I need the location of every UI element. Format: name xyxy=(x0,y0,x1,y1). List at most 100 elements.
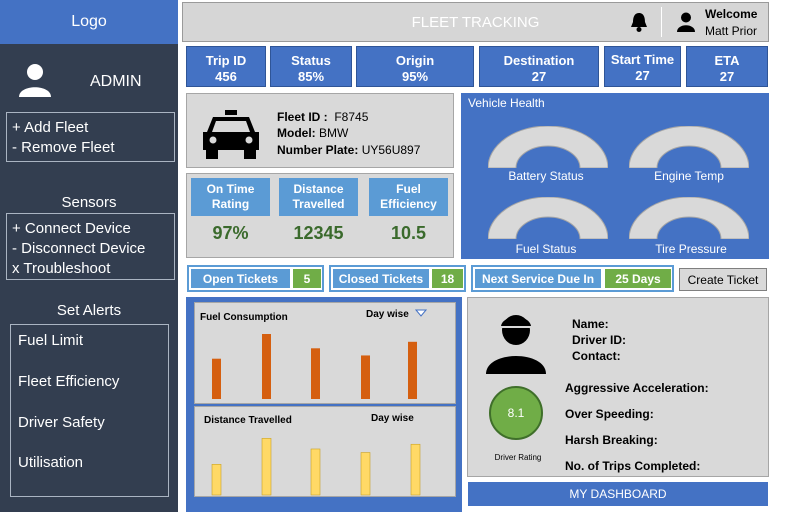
bell-icon[interactable] xyxy=(629,11,649,33)
chart-bar xyxy=(262,334,271,399)
stat-label: Status xyxy=(291,53,331,68)
closed-tickets-label: Closed Tickets xyxy=(333,269,429,288)
fuel-status-label: Fuel Status xyxy=(515,242,577,256)
stat-value: 85% xyxy=(297,69,325,84)
battery-status-gauge xyxy=(488,126,608,168)
driver-avatar-icon xyxy=(486,315,546,374)
metric-distance-travelled: Distance Travelled 12345 xyxy=(279,178,358,244)
username: Matt Prior xyxy=(705,24,758,38)
car-icon xyxy=(203,110,259,159)
metric-label: On Time Rating xyxy=(191,178,270,216)
driver-contact-label: Contact: xyxy=(572,349,621,363)
header-divider xyxy=(661,7,662,37)
sensors-title: Sensors xyxy=(61,194,117,211)
stat-label: Start Time xyxy=(610,52,675,67)
stat-value: 27 xyxy=(531,69,547,84)
stat-label: Origin xyxy=(395,53,435,68)
metric-on-time-rating: On Time Rating 97% xyxy=(191,178,270,244)
fleet-model-row: Model: BMW xyxy=(277,126,348,140)
fleet-plate-value: UY56U897 xyxy=(361,143,421,157)
welcome-text: Welcome xyxy=(705,7,758,21)
troubleshoot-button[interactable]: x Troubleshoot xyxy=(12,259,174,279)
remove-fleet-button[interactable]: - Remove Fleet xyxy=(12,138,174,158)
metric-value: 97% xyxy=(212,223,249,243)
fleet-id-value: F8745 xyxy=(334,110,369,124)
driver-panel: Name: Driver ID: Contact: 8.1 Driver Rat… xyxy=(467,297,769,477)
chart-bar xyxy=(361,355,370,399)
aggressive-acceleration-label: Aggressive Acceleration: xyxy=(565,381,709,395)
alerts-box: Fuel Limit Fleet Efficiency Driver Safet… xyxy=(10,324,169,497)
stat-value: 27 xyxy=(635,68,650,83)
alert-fleet-efficiency[interactable]: Fleet Efficiency xyxy=(18,372,119,392)
driver-rating-label: Driver Rating xyxy=(494,453,542,462)
fleet-plate-row: Number Plate: UY56U897 xyxy=(277,143,420,157)
stat-start-time: Start Time 27 xyxy=(604,46,681,87)
fleet-info-card: Fleet ID : F8745 Model: BMW Number Plate… xyxy=(186,93,454,168)
tire-pressure-label: Tire Pressure xyxy=(655,242,727,256)
metric-value: 10.5 xyxy=(390,223,427,243)
next-service: Next Service Due In 25 Days xyxy=(471,265,674,292)
engine-temp-label: Engine Temp xyxy=(654,169,724,183)
driver-id-label: Driver ID: xyxy=(572,333,627,347)
closed-tickets-count: 18 xyxy=(432,269,463,288)
tire-pressure-gauge xyxy=(629,197,749,239)
next-service-label: Next Service Due In xyxy=(475,269,601,288)
next-service-value: 25 Days xyxy=(605,269,671,288)
logo[interactable]: Logo xyxy=(0,0,178,44)
my-dashboard-button[interactable]: MY DASHBOARD xyxy=(468,482,768,506)
engine-temp-gauge xyxy=(629,126,749,168)
fuel-consumption-chart: Fuel Consumption Day wise xyxy=(194,302,456,404)
fuel-status-gauge xyxy=(488,197,608,239)
distance-chart-bars xyxy=(211,438,421,496)
metric-value: 12345 xyxy=(293,223,344,243)
trips-completed-label: No. of Trips Completed: xyxy=(565,459,701,473)
set-alerts-title: Set Alerts xyxy=(56,302,122,319)
open-tickets-label: Open Tickets xyxy=(191,269,290,288)
closed-tickets[interactable]: Closed Tickets 18 xyxy=(329,265,466,292)
stat-destination: Destination 27 xyxy=(479,46,599,87)
sensors-box: + Connect Device - Disconnect Device x T… xyxy=(6,213,175,280)
charts-panel: Fuel Consumption Day wise Distance Trave… xyxy=(186,297,462,512)
admin-avatar-icon xyxy=(19,64,51,97)
fleet-plate-label: Number Plate: xyxy=(277,143,359,157)
sidebar: Logo ADMIN + Add Fleet - Remove Fleet Se… xyxy=(0,0,178,512)
alert-fuel-limit[interactable]: Fuel Limit xyxy=(18,331,83,351)
chart-bar xyxy=(211,464,222,496)
chart-bar xyxy=(212,358,221,399)
header-bar: FLEET TRACKING Welcome Matt Prior xyxy=(182,2,769,42)
stat-label: ETA xyxy=(714,53,740,68)
stat-label: Destination xyxy=(503,53,575,68)
chart-bar xyxy=(360,452,371,496)
stat-label: Trip ID xyxy=(205,53,247,68)
disconnect-device-button[interactable]: - Disconnect Device xyxy=(12,239,174,259)
chart-bar xyxy=(311,348,320,399)
connect-device-button[interactable]: + Connect Device xyxy=(12,219,174,239)
metric-fuel-efficiency: Fuel Efficiency 10.5 xyxy=(369,178,448,244)
distance-travelled-chart: Distance Travelled Day wise xyxy=(194,406,456,497)
over-speeding-label: Over Speeding: xyxy=(565,407,654,421)
battery-status-label: Battery Status xyxy=(508,169,584,183)
create-ticket-button[interactable]: Create Ticket xyxy=(679,268,767,291)
stat-status: Status 85% xyxy=(270,46,352,87)
alert-driver-safety[interactable]: Driver Safety xyxy=(18,413,105,433)
fleet-model-label: Model: xyxy=(277,126,316,140)
fleet-actions-box: + Add Fleet - Remove Fleet xyxy=(6,112,175,162)
alert-utilisation[interactable]: Utilisation xyxy=(18,453,83,473)
driver-name-label: Name: xyxy=(572,317,609,331)
chart-bar xyxy=(310,448,321,496)
metrics-panel: On Time Rating 97% Distance Travelled 12… xyxy=(186,173,454,258)
vehicle-health-panel: Vehicle Health Battery Status Engine Tem… xyxy=(461,93,769,259)
stat-value: 456 xyxy=(215,69,237,84)
fuel-chart-bars xyxy=(212,334,417,399)
vehicle-health-title: Vehicle Health xyxy=(468,96,545,110)
stat-eta: ETA 27 xyxy=(686,46,768,87)
open-tickets[interactable]: Open Tickets 5 xyxy=(187,265,324,292)
stat-value: 95% xyxy=(401,69,429,84)
harsh-breaking-label: Harsh Breaking: xyxy=(565,433,658,447)
add-fleet-button[interactable]: + Add Fleet xyxy=(12,118,174,138)
chart-bar xyxy=(410,443,421,496)
admin-label: ADMIN xyxy=(90,73,142,90)
user-icon[interactable] xyxy=(677,12,695,32)
stat-trip-id: Trip ID 456 xyxy=(186,46,266,87)
driver-rating-circle: 8.1 xyxy=(489,386,543,440)
